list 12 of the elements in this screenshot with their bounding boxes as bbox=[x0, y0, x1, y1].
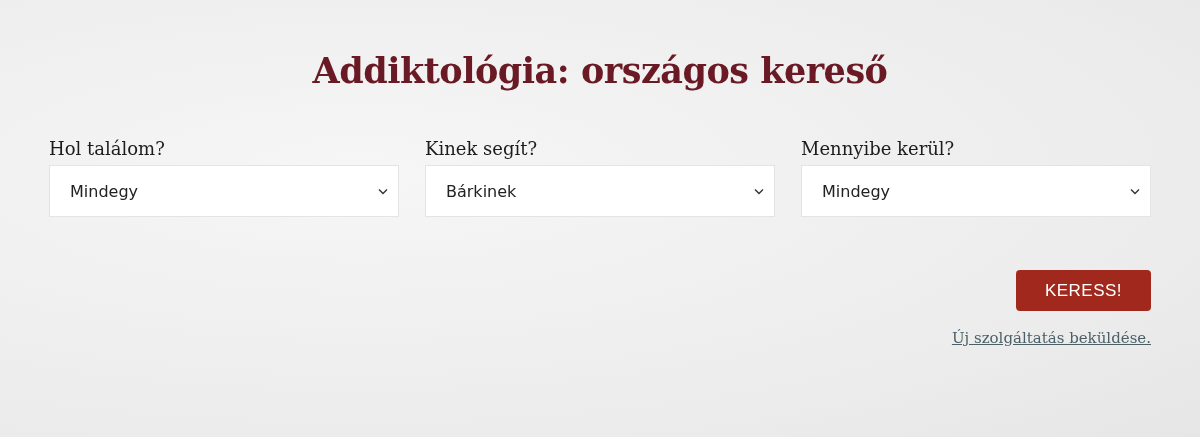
dropdown[interactable]: Mindegy bbox=[49, 165, 399, 217]
chevron-icon bbox=[754, 187, 764, 195]
field-label: Kinek segít? bbox=[425, 138, 539, 159]
dropdown[interactable]: Bárkinek bbox=[425, 165, 775, 217]
chevron-icon bbox=[1130, 187, 1140, 195]
search-button[interactable]: KERESS! bbox=[1016, 270, 1151, 311]
submit-service-link[interactable]: Új szolgáltatás beküldése. bbox=[951, 329, 1151, 347]
field-label: Mennyibe kerül? bbox=[801, 138, 956, 159]
chevron-icon bbox=[378, 187, 388, 195]
dropdown[interactable]: Mindegy bbox=[801, 165, 1151, 217]
page-title: Addiktológia: országos kereső bbox=[311, 50, 889, 91]
field-label: Hol találom? bbox=[49, 138, 166, 159]
